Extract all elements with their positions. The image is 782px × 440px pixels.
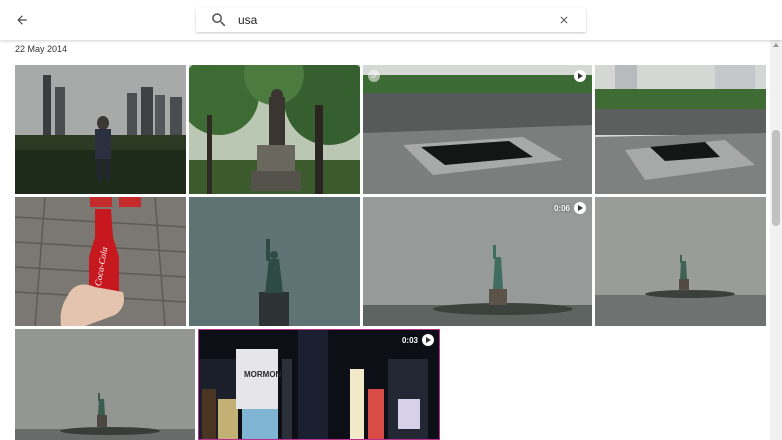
video-duration: 0:06 xyxy=(553,203,570,213)
date-heading: 22 May 2014 xyxy=(15,44,68,54)
search-box xyxy=(196,8,586,32)
photo-central-park-skyline[interactable] xyxy=(15,65,186,194)
photo-image xyxy=(595,197,766,326)
photos-search-page: 22 May 2014 xyxy=(0,0,782,440)
video-duration: 0:03 xyxy=(401,335,418,345)
close-icon xyxy=(560,16,568,24)
photo-statue-in-park[interactable] xyxy=(189,65,360,194)
photo-coca-cola-bottle[interactable]: Coca-Cola xyxy=(15,197,186,326)
clear-search-button[interactable] xyxy=(556,12,572,28)
photo-image xyxy=(363,197,592,326)
search-input[interactable] xyxy=(238,10,538,30)
photo-memorial-pool[interactable] xyxy=(363,65,592,194)
play-icon xyxy=(422,334,434,346)
video-badge: 0:03 xyxy=(402,334,434,346)
scroll-thumb[interactable] xyxy=(772,130,780,226)
arrow-left-icon xyxy=(17,15,27,25)
scrollbar[interactable] xyxy=(770,40,782,440)
photo-statue-of-liberty-video[interactable]: 0:06 xyxy=(363,197,592,326)
photo-image xyxy=(363,65,592,194)
select-check-icon[interactable] xyxy=(368,70,380,82)
play-icon xyxy=(574,70,586,82)
top-app-bar xyxy=(0,0,782,40)
scroll-up-arrow-icon[interactable] xyxy=(773,43,779,47)
photo-statue-of-liberty-haze[interactable] xyxy=(15,329,195,440)
photo-statue-of-liberty-far[interactable] xyxy=(595,197,766,326)
photo-image xyxy=(189,197,360,326)
play-icon xyxy=(574,202,586,214)
back-button[interactable] xyxy=(10,8,34,32)
search-icon xyxy=(212,13,226,27)
photo-image xyxy=(15,65,186,194)
video-badge xyxy=(574,70,586,82)
photo-memorial-pool-2[interactable] xyxy=(595,65,766,194)
photo-image xyxy=(15,329,195,440)
photo-image: Coca-Cola xyxy=(15,197,186,326)
photo-statue-of-liberty-close[interactable] xyxy=(189,197,360,326)
photo-times-square-video[interactable]: MORMON 0:03 xyxy=(198,329,440,440)
billboard-text: MORMON xyxy=(244,370,282,379)
check-icon xyxy=(371,73,377,79)
photo-image xyxy=(189,65,360,194)
photo-image xyxy=(595,65,766,194)
video-badge: 0:06 xyxy=(554,202,586,214)
